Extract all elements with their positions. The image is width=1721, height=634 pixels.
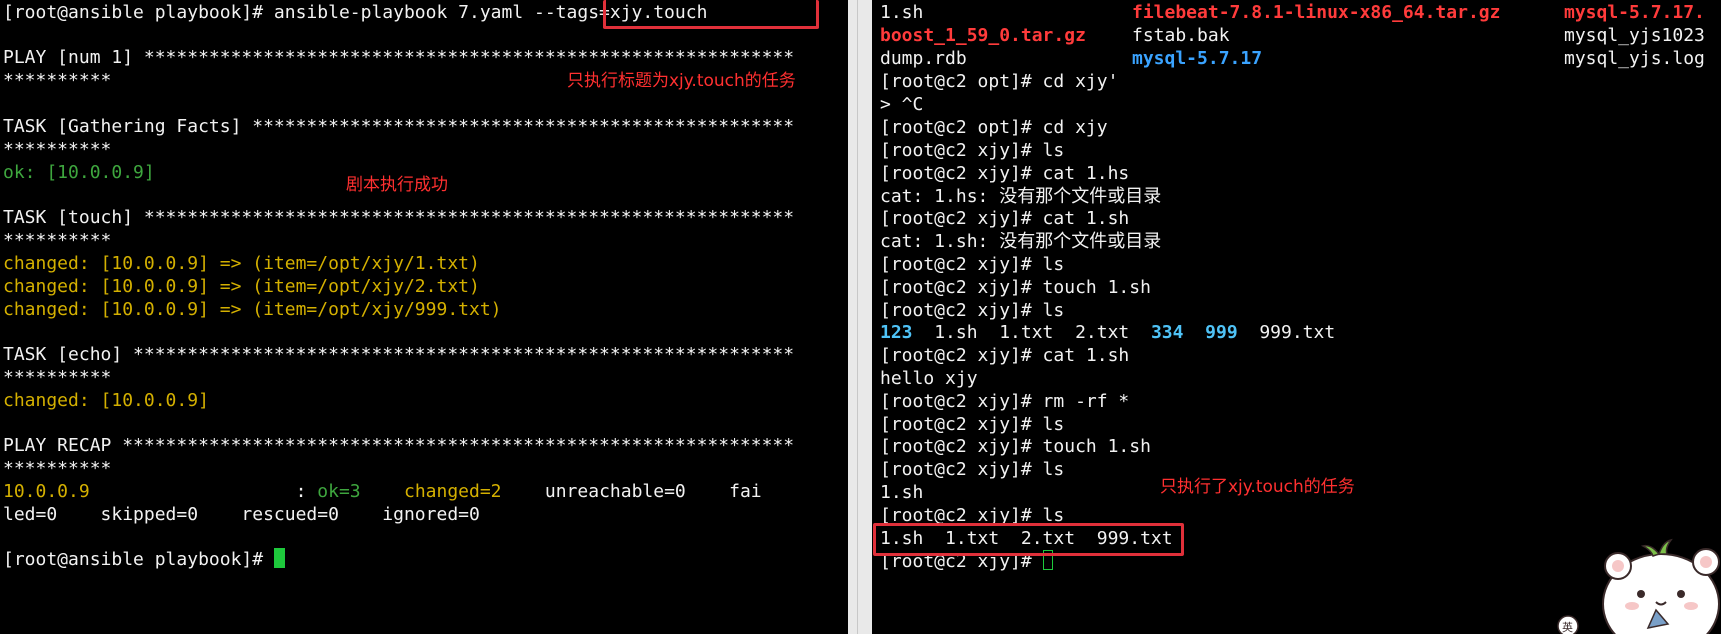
dir-123: 123: [880, 322, 913, 343]
ls-cell-dump: dump.rdb: [880, 48, 967, 69]
cartoon-bear-mascot-icon: 英: [1557, 538, 1720, 634]
changed-line-3: changed: [10.0.0.9] => (item=/opt/xjy/99…: [3, 299, 502, 320]
final-prompt-text: [root@ansible playbook]#: [3, 549, 274, 570]
tags-highlight-box: [603, 0, 819, 29]
play-stars: **********: [3, 70, 112, 91]
recap-line-2: led=0 skipped=0 rescued=0 ignored=0: [3, 504, 480, 525]
files-group: 1.sh 1.txt 2.txt: [912, 322, 1151, 343]
terminal-line: [root@c2 xjy]# cat 1.hs: [880, 163, 1130, 184]
terminal-line: [root@c2 xjy]# ls: [880, 140, 1065, 161]
final-prompt: [root@ansible playbook]#: [3, 547, 285, 572]
ls-cell-filebeat: filebeat-7.8.1-linux-x86_64.tar.gz: [1132, 2, 1501, 23]
command-line: [root@ansible playbook]# ansible-playboo…: [3, 2, 708, 23]
task-echo: TASK [echo] ****************************…: [3, 344, 795, 365]
left-terminal-pane[interactable]: [root@ansible playbook]# ansible-playboo…: [0, 0, 848, 634]
terminal-line: hello xjy: [880, 368, 978, 389]
changed-line-2: changed: [10.0.0.9] => (item=/opt/xjy/2.…: [3, 276, 480, 297]
ls-cell-1sh: 1.sh: [880, 2, 924, 23]
terminal-line: [root@c2 xjy]# ls: [880, 254, 1065, 275]
task-touch: TASK [touch] ***************************…: [3, 207, 795, 228]
changed-echo-line: changed: [10.0.0.9]: [3, 390, 209, 411]
annotation-tags: 只执行标题为xjy.touch的任务: [567, 71, 796, 91]
svg-text:英: 英: [1562, 620, 1573, 634]
ls-cell-fstab: fstab.bak: [1132, 25, 1230, 46]
changed-line-1: changed: [10.0.0.9] => (item=/opt/xjy/1.…: [3, 253, 480, 274]
terminal-line: [root@c2 xjy]# cat 1.sh: [880, 345, 1130, 366]
right-terminal-pane[interactable]: 1.sh filebeat-7.8.1-linux-x86_64.tar.gz …: [872, 0, 1721, 634]
terminal-line: [root@c2 xjy]# touch 1.sh: [880, 436, 1151, 457]
terminal-line: 1.sh: [880, 482, 924, 503]
task-echo-stars: **********: [3, 367, 112, 388]
ls-cell-boost: boost_1_59_0.tar.gz: [880, 25, 1086, 46]
terminal-line: [root@c2 xjy]# touch 1.sh: [880, 277, 1151, 298]
pane-divider[interactable]: [848, 0, 872, 634]
terminal-line: [root@c2 opt]# cd xjy': [880, 71, 1119, 92]
dir-999: 999: [1205, 322, 1238, 343]
result-highlight-box: [873, 523, 1184, 556]
terminal-line: > ^C: [880, 94, 924, 115]
file-999txt: 999.txt: [1237, 322, 1336, 343]
ls-cell-mysql-dir: mysql-5.7.17: [1132, 48, 1263, 69]
task-touch-stars: **********: [3, 230, 112, 251]
terminal-line: [root@c2 xjy]# ls: [880, 459, 1065, 480]
terminal-line: [root@c2 opt]# cd xjy: [880, 117, 1108, 138]
recap-ok: ok=3: [317, 481, 361, 502]
ls-cell-mysql-yjs: mysql_yjs1023: [1564, 25, 1705, 46]
recap-host: 10.0.0.9: [3, 481, 90, 502]
play-recap-stars: **********: [3, 458, 112, 479]
dir-334: 334: [1150, 322, 1184, 343]
ok-line: ok: [10.0.0.9]: [3, 162, 155, 183]
play-recap-header: PLAY RECAP *****************************…: [3, 435, 795, 456]
ls-output-line: 123 1.sh 1.txt 2.txt 334 999 999.txt: [880, 320, 1335, 345]
terminal-line: cat: 1.sh: 没有那个文件或目录: [880, 231, 1162, 252]
annotation-success: 剧本执行成功: [346, 175, 448, 195]
recap-changed: changed=2: [360, 481, 502, 502]
terminal-line: [root@c2 xjy]# rm -rf *: [880, 391, 1130, 412]
recap-colon: :: [89, 481, 318, 502]
annotation-only-touch: 只执行了xjy.touch的任务: [1160, 477, 1355, 497]
recap-line: 10.0.0.9 : ok=3 changed=2 unreachable=0 …: [3, 479, 762, 504]
ls-cell-mysql-archive: mysql-5.7.17.: [1564, 2, 1705, 23]
recap-rest: unreachable=0 fai: [501, 481, 762, 502]
terminal-line: [root@c2 xjy]# cat 1.sh: [880, 208, 1130, 229]
task-gathering-facts: TASK [Gathering Facts] *****************…: [3, 116, 795, 137]
terminal-cursor-icon: [273, 548, 285, 568]
task-gathering-stars: **********: [3, 139, 112, 160]
ls-cell-mysql-log: mysql_yjs.log: [1564, 48, 1705, 69]
